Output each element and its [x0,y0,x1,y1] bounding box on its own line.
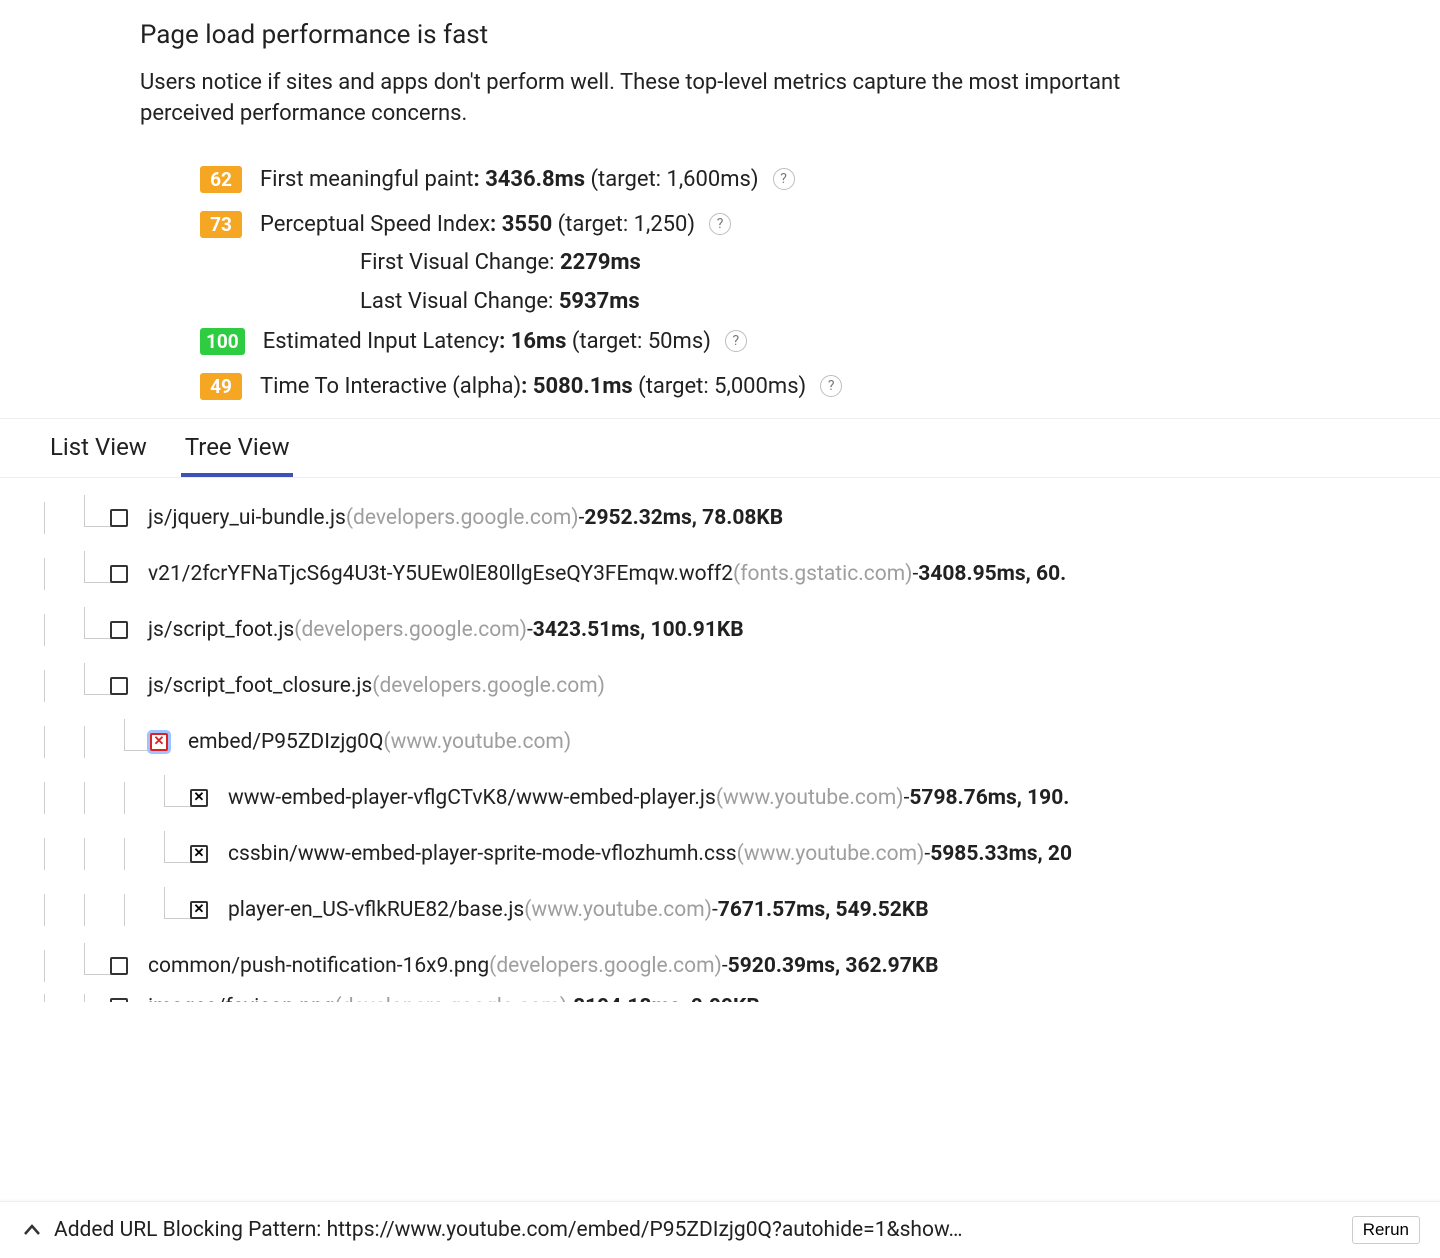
resource-name: embed/P95ZDIzjg0Q [188,730,383,754]
tree-row: player-en_US-vflkRUE82/base.js (www.yout… [0,882,1440,938]
block-checkbox[interactable] [190,845,208,863]
help-icon[interactable]: ? [820,375,842,397]
score-badge: 100 [200,328,245,355]
submetric-first-visual-change: First Visual Change: 2279ms [360,250,1440,275]
tree-row: www-embed-player-vflgCTvK8/www-embed-pla… [0,770,1440,826]
metric-target: (target: 5,000ms) [638,374,806,399]
metric-label: Perceptual Speed Index [260,212,490,237]
resource-stats: 5798.76ms, 190. [909,786,1069,810]
resource-stats: 2952.32ms, 78.08KB [584,506,783,530]
resource-stats: 3408.95ms, 60. [918,562,1066,586]
tab-list-view[interactable]: List View [46,419,151,477]
resource-host: (developers.google.com) [346,506,579,530]
metric-target: (target: 1,250) [558,212,695,237]
view-tabs: List View Tree View [0,418,1440,478]
status-footer: Added URL Blocking Pattern: https://www.… [0,1201,1440,1258]
resource-host: (developers.google.com) [489,954,722,978]
resource-name: images/favicon.png [148,995,335,1002]
tree-row: images/favicon.png (developers.google.co… [0,994,1440,1002]
tree-row: common/push-notification-16x9.png (devel… [0,938,1440,994]
metric-value: 3436.8ms [485,167,585,192]
help-icon[interactable]: ? [773,168,795,190]
metric-value: 16ms [511,329,567,354]
resource-stats: 5920.39ms, 362.97KB [728,954,939,978]
resource-host: (developers.google.com) [372,674,605,698]
metric-label: Estimated Input Latency [263,329,499,354]
resource-name: player-en_US-vflkRUE82/base.js [228,898,524,922]
block-checkbox[interactable] [110,957,128,975]
resource-name: js/script_foot.js [148,618,294,642]
block-checkbox[interactable] [110,565,128,583]
block-checkbox[interactable] [190,901,208,919]
block-checkbox[interactable] [190,789,208,807]
metric-value: 3550 [502,212,553,237]
tree-row: js/jquery_ui-bundle.js (developers.googl… [0,490,1440,546]
block-checkbox[interactable] [110,677,128,695]
metric-label: First meaningful paint [260,167,474,192]
resource-stats: 7671.57ms, 549.52KB [718,898,929,922]
help-icon[interactable]: ? [725,330,747,352]
metric-perceptual-speed-index: 73 Perceptual Speed Index: 3550 (target:… [200,211,1440,238]
help-icon[interactable]: ? [709,213,731,235]
resource-host: (www.youtube.com) [524,898,712,922]
tab-tree-view[interactable]: Tree View [181,419,294,477]
block-checkbox[interactable] [110,509,128,527]
resource-stats: 5985.33ms, 20 [930,842,1072,866]
resource-name: js/jquery_ui-bundle.js [148,506,346,530]
resource-name: common/push-notification-16x9.png [148,954,489,978]
resource-stats: 3423.51ms, 100.91KB [533,618,744,642]
block-checkbox[interactable] [110,998,128,1002]
resource-name: js/script_foot_closure.js [148,674,372,698]
metric-value: 5080.1ms [533,374,633,399]
metric-label: Time To Interactive (alpha) [260,374,521,399]
section-title: Page load performance is fast [140,20,1440,50]
score-badge: 49 [200,373,242,400]
resource-host: (www.youtube.com) [716,786,904,810]
chevron-up-icon[interactable] [24,1220,40,1241]
score-badge: 62 [200,166,242,193]
metric-target: (target: 1,600ms) [591,167,759,192]
resource-host: (developers.google.com) [335,995,568,1002]
tree-row: js/script_foot.js (developers.google.com… [0,602,1440,658]
tree-row: cssbin/www-embed-player-sprite-mode-vflo… [0,826,1440,882]
metric-estimated-input-latency: 100 Estimated Input Latency: 16ms (targe… [200,328,1440,355]
metric-target: (target: 50ms) [572,329,711,354]
resource-host: (developers.google.com) [294,618,527,642]
submetric-last-visual-change: Last Visual Change: 5937ms [360,289,1440,314]
tree-row: v21/2fcrYFNaTjcS6g4U3t-Y5UEw0lE80llgEseQ… [0,546,1440,602]
rerun-button[interactable]: Rerun [1352,1216,1420,1244]
resource-stats: 8194.18ms, 0.99KB [573,995,760,1002]
resource-host: (fonts.gstatic.com) [733,562,912,586]
resource-host: (www.youtube.com) [383,730,571,754]
section-description: Users notice if sites and apps don't per… [140,68,1140,130]
resource-host: (www.youtube.com) [737,842,925,866]
status-message: Added URL Blocking Pattern: https://www.… [54,1218,1342,1242]
metric-first-meaningful-paint: 62 First meaningful paint: 3436.8ms (tar… [200,166,1440,193]
resource-tree: js/jquery_ui-bundle.js (developers.googl… [0,478,1440,1002]
resource-name: cssbin/www-embed-player-sprite-mode-vflo… [228,842,737,866]
resource-name: www-embed-player-vflgCTvK8/www-embed-pla… [228,786,716,810]
block-checkbox[interactable] [150,733,168,751]
tree-row: js/script_foot_closure.js (developers.go… [0,658,1440,714]
metric-time-to-interactive: 49 Time To Interactive (alpha): 5080.1ms… [200,373,1440,400]
block-checkbox[interactable] [110,621,128,639]
tree-row: embed/P95ZDIzjg0Q (www.youtube.com) [0,714,1440,770]
resource-name: v21/2fcrYFNaTjcS6g4U3t-Y5UEw0lE80llgEseQ… [148,562,733,586]
score-badge: 73 [200,211,242,238]
